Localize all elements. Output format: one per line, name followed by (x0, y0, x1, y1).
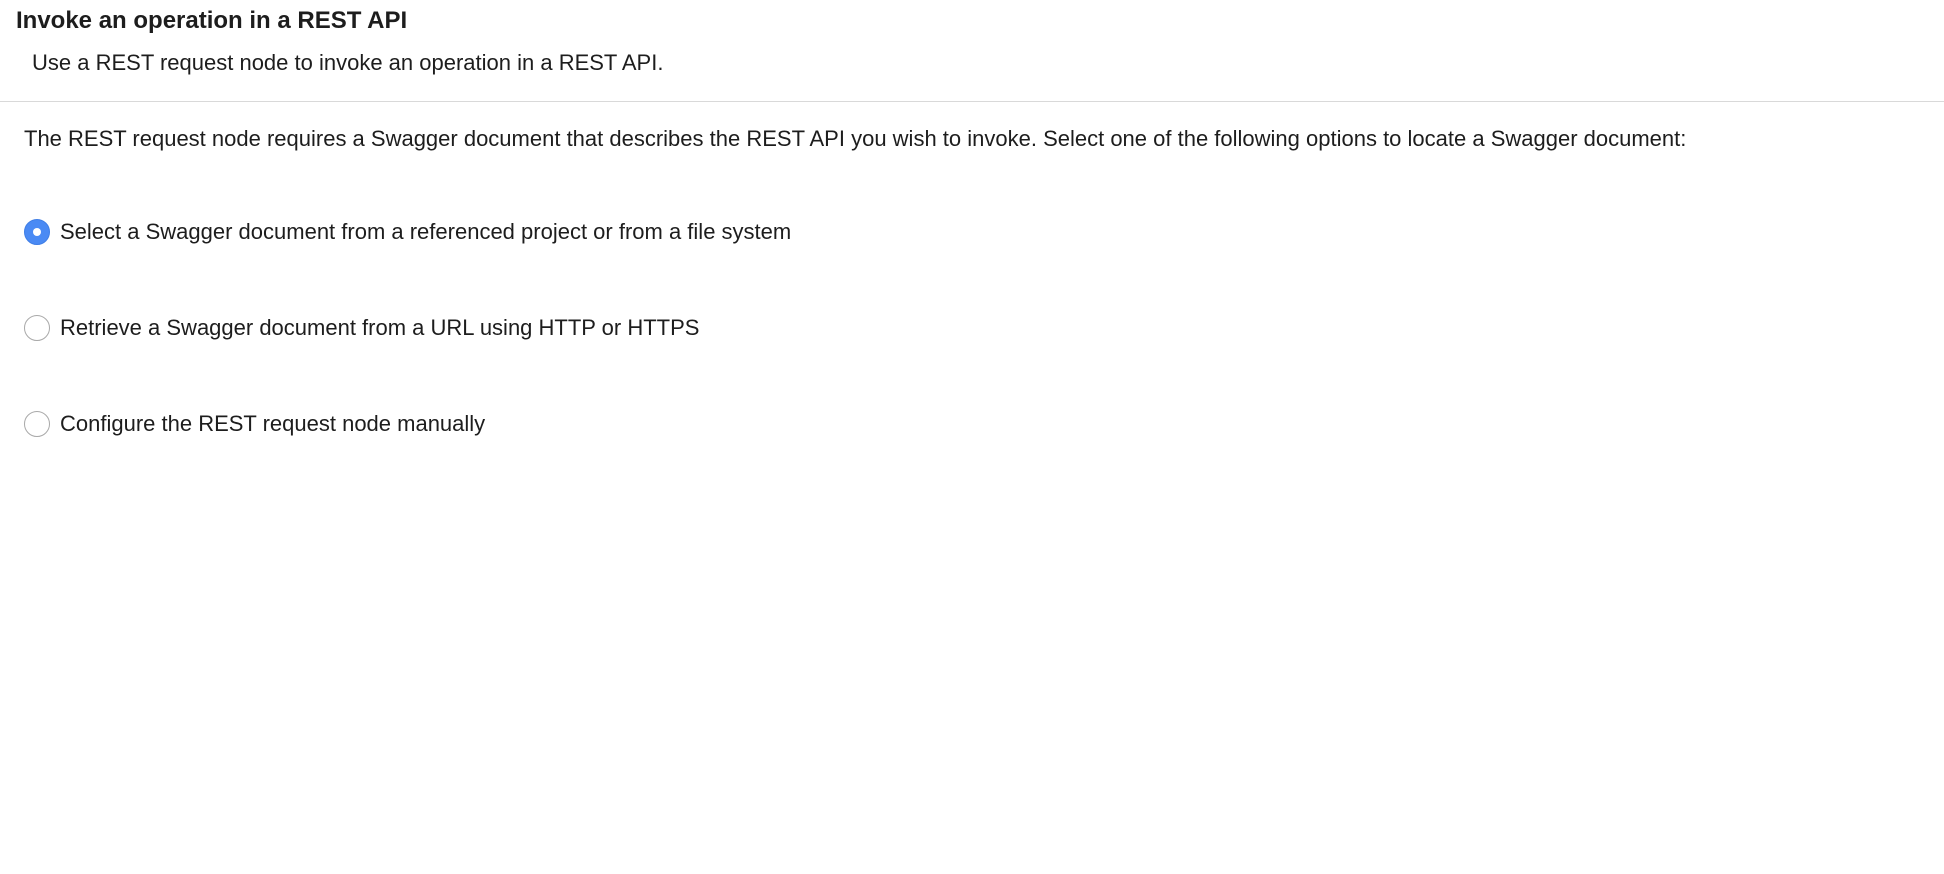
page-title: Invoke an operation in a REST API (16, 7, 408, 34)
option-select-from-project-or-file[interactable]: Select a Swagger document from a referen… (24, 217, 791, 247)
radio-selected-dot (33, 228, 41, 236)
option-configure-manually[interactable]: Configure the REST request node manually (24, 409, 485, 439)
page-subtitle: Use a REST request node to invoke an ope… (32, 50, 664, 75)
instructions-text: The REST request node requires a Swagger… (24, 126, 1687, 151)
option-retrieve-from-url[interactable]: Retrieve a Swagger document from a URL u… (24, 313, 699, 343)
radio-button-select-from-project-or-file[interactable] (24, 219, 50, 245)
option-label[interactable]: Select a Swagger document from a referen… (60, 218, 791, 246)
wizard-header: Invoke an operation in a REST API Use a … (0, 0, 1944, 102)
option-label[interactable]: Retrieve a Swagger document from a URL u… (60, 314, 699, 342)
radio-button-configure-manually[interactable] (24, 411, 50, 437)
option-label[interactable]: Configure the REST request node manually (60, 410, 485, 438)
radio-button-retrieve-from-url[interactable] (24, 315, 50, 341)
